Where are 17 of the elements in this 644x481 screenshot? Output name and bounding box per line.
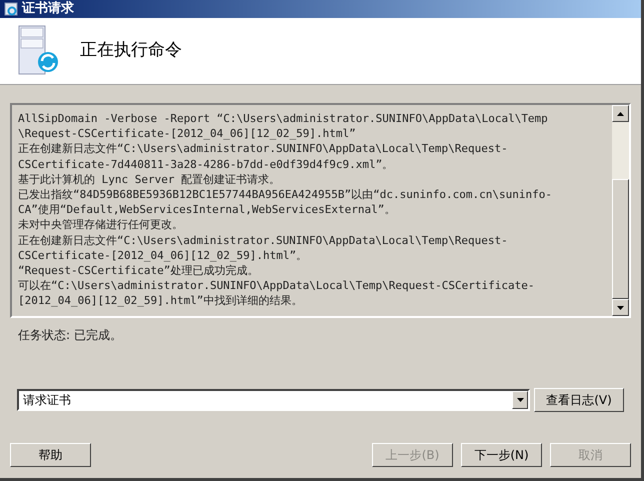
down-arrow-icon xyxy=(617,306,624,310)
status-value: 已完成。 xyxy=(74,327,122,344)
scroll-up-button[interactable] xyxy=(612,105,629,122)
dropdown-caret-icon xyxy=(516,398,524,402)
up-arrow-icon xyxy=(617,112,624,116)
header-title: 正在执行命令 xyxy=(80,39,182,62)
dialog-button[interactable]: 帮助 xyxy=(10,443,91,467)
scroll-thumb[interactable] xyxy=(612,179,629,299)
dialog-button[interactable]: 查看日志(V) xyxy=(534,388,624,412)
scrollbar[interactable] xyxy=(612,105,629,316)
status-label: 任务状态: xyxy=(18,327,70,344)
log-output: AllSipDomain -Verbose -Report “C:\Users\administrator.SUNINFO\AppData\Local\Temp \Request-CSCertificate-[2012_04_06][12_02_59].html” 正在创建新日志文件“C:\Users\administrator.SUNINFO\AppData\Local\Temp\Request- CSCertificate-7d440811-3a28-4286-b7dd-e0df39d4f9c9.xml”。 基于此计算机的 Lync Server 配置创建证书请求。 已发出指纹“84D59B68BE5936B12BC1E57744BA956EA424955B”以由“dc.suninfo.com.cn\suninfo- CA”使用“Default,WebServicesInternal,WebServicesExternal”。 未对中央管理存储进行任何更改。 正在创建新日志文件“C:\Users\administrator.SUNINFO\AppData\Local\Temp\Request- CSCertificate-[2012_04_06][12_02_59].html”。 “Request-CSCertificate”处理已成功完成。 可以在“C:\Users\administrator.SUNINFO\AppData\Local\Temp\Request-CSCertificate- [2012_04_06][12_02_59].html”中找到详细的结果。 xyxy=(17,111,553,310)
scroll-down-button[interactable] xyxy=(612,299,629,316)
window-title: 证书请求 xyxy=(22,0,74,18)
task-dropdown[interactable]: 请求证书 xyxy=(17,389,530,411)
certificate-icon xyxy=(4,2,18,16)
dialog-button[interactable]: 下一步(N) xyxy=(461,443,542,467)
